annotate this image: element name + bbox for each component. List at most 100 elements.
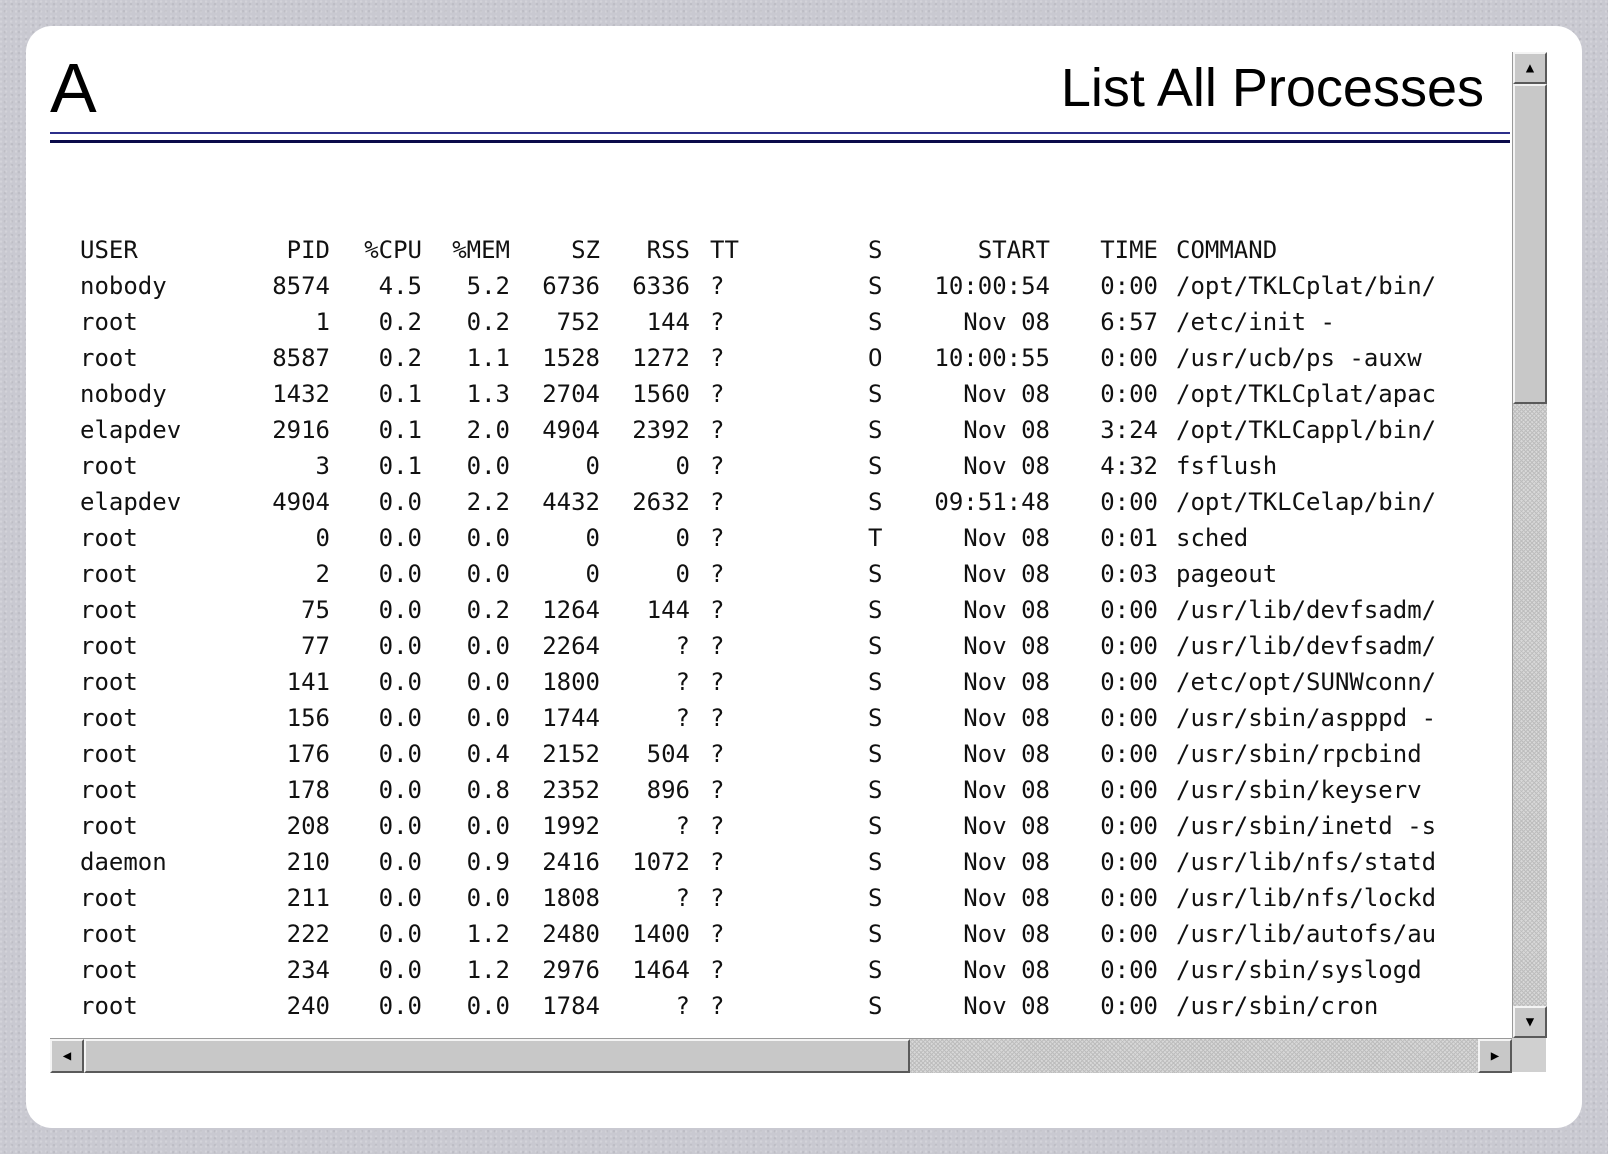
cell-cpu: 0.2 xyxy=(378,308,422,336)
cell-pid: 75 xyxy=(301,596,330,624)
column-header-time: TIME xyxy=(1100,236,1158,264)
cell-tt: ? xyxy=(710,344,725,372)
cell-s: S xyxy=(868,272,883,300)
cell-rss: 0 xyxy=(675,524,690,552)
cell-rss: 2632 xyxy=(632,488,690,516)
cell-rss: 1400 xyxy=(632,920,690,948)
scroll-left-button[interactable]: ◀ xyxy=(50,1039,84,1073)
cell-sz: 1808 xyxy=(542,884,600,912)
cell-pid: 240 xyxy=(286,992,330,1020)
table-row: elapdev 2916 0.1 2.0 4904 2392? S Nov 08 3:24/op… xyxy=(80,412,1436,448)
table-row: root 211 0.0 0.0 1808?? S Nov 08 0:00/usr/lib/n… xyxy=(80,880,1436,916)
cell-command: /usr/lib/devfsadm/ xyxy=(1176,632,1437,660)
table-row: elapdev 4904 0.0 2.2 4432 2632? S 09:51:48 0:00 /… xyxy=(80,484,1436,520)
cell-user: nobody xyxy=(80,272,167,300)
arrow-left-icon: ◀ xyxy=(62,1048,72,1064)
process-table: USER PID %CPU %MEM SZ RSS TT S START TIM… xyxy=(80,232,1436,1024)
cell-pid: 234 xyxy=(286,956,330,984)
cell-user: root xyxy=(80,812,138,840)
cell-mem: 0.0 xyxy=(466,812,510,840)
cell-start: Nov 08 xyxy=(963,380,1050,408)
cell-command: /etc/init - xyxy=(1176,308,1335,336)
cell-time: 0:00 xyxy=(1100,992,1158,1020)
cell-s: S xyxy=(868,308,883,336)
table-header-row: USER PID %CPU %MEM SZ RSS TT S START TIM… xyxy=(80,232,1277,268)
cell-command: /usr/sbin/cron xyxy=(1176,992,1379,1020)
scroll-up-button[interactable]: ▲ xyxy=(1513,52,1547,84)
cell-pid: 4904 xyxy=(272,488,330,516)
horizontal-scroll-thumb[interactable] xyxy=(84,1039,910,1073)
cell-pid: 208 xyxy=(286,812,330,840)
cell-rss: ? xyxy=(675,884,690,912)
cell-sz: 0 xyxy=(585,452,600,480)
cell-tt: ? xyxy=(710,380,725,408)
cell-rss: 2392 xyxy=(632,416,690,444)
cell-time: 0:00 xyxy=(1100,884,1158,912)
cell-rss: 0 xyxy=(675,452,690,480)
cell-sz: 0 xyxy=(585,524,600,552)
cell-s: S xyxy=(868,560,883,588)
cell-sz: 0 xyxy=(585,560,600,588)
cell-time: 0:00 xyxy=(1100,740,1158,768)
column-header-pid: PID xyxy=(286,236,330,264)
cell-s: S xyxy=(868,668,883,696)
cell-time: 0:00 xyxy=(1100,596,1158,624)
column-header-user: USER xyxy=(80,236,138,264)
cell-mem: 0.4 xyxy=(466,740,510,768)
column-header-s: S xyxy=(868,236,883,264)
cell-user: elapdev xyxy=(80,488,182,516)
cell-sz: 2976 xyxy=(542,956,600,984)
cell-user: root xyxy=(80,668,138,696)
cell-cpu: 0.2 xyxy=(378,344,422,372)
table-row: root 3 0.1 0.0 0 0? S Nov 08 4:32 fsflush xyxy=(80,448,1277,484)
header-letter: A xyxy=(50,49,97,127)
cell-rss: 1560 xyxy=(632,380,690,408)
cell-pid: 8587 xyxy=(272,344,330,372)
cell-mem: 0.0 xyxy=(466,524,510,552)
cell-cpu: 0.0 xyxy=(378,668,422,696)
cell-cpu: 0.0 xyxy=(378,812,422,840)
table-row: root 0 0.0 0.0 0 0? T Nov 08 0:01 sched xyxy=(80,520,1248,556)
cell-time: 0:00 xyxy=(1100,344,1158,372)
cell-tt: ? xyxy=(710,920,725,948)
cell-mem: 0.0 xyxy=(466,704,510,732)
cell-start: Nov 08 xyxy=(963,956,1050,984)
cell-command: /opt/TKLCelap/bin/ xyxy=(1176,488,1437,516)
cell-s: S xyxy=(868,956,883,984)
cell-rss: ? xyxy=(675,992,690,1020)
cell-sz: 4904 xyxy=(542,416,600,444)
cell-start: Nov 08 xyxy=(963,560,1050,588)
arrow-up-icon: ▲ xyxy=(1525,60,1535,76)
cell-mem: 1.2 xyxy=(466,920,510,948)
cell-time: 0:00 xyxy=(1100,812,1158,840)
table-row: root 176 0.0 0.4 2152 504? S Nov 08 0:00/usr/sbi… xyxy=(80,736,1422,772)
vertical-scrollbar[interactable]: ▲ ▼ xyxy=(1512,52,1547,1038)
cell-user: root xyxy=(80,884,138,912)
scroll-right-button[interactable]: ▶ xyxy=(1478,1039,1512,1073)
cell-command: /usr/sbin/aspppd - xyxy=(1176,704,1437,732)
cell-pid: 77 xyxy=(301,632,330,660)
cell-s: S xyxy=(868,488,883,516)
cell-start: Nov 08 xyxy=(963,452,1050,480)
scroll-down-button[interactable]: ▼ xyxy=(1513,1006,1547,1038)
cell-tt: ? xyxy=(710,668,725,696)
cell-command: /usr/sbin/inetd -s xyxy=(1176,812,1437,840)
cell-cpu: 0.0 xyxy=(378,488,422,516)
cell-s: S xyxy=(868,740,883,768)
cell-time: 0:00 xyxy=(1100,632,1158,660)
cell-tt: ? xyxy=(710,956,725,984)
cell-cpu: 0.0 xyxy=(378,632,422,660)
cell-tt: ? xyxy=(710,560,725,588)
column-header-cpu: %CPU xyxy=(364,236,422,264)
process-list-viewport[interactable]: USER PID %CPU %MEM SZ RSS TT S START TIM… xyxy=(50,144,1512,1038)
cell-s: S xyxy=(868,812,883,840)
table-row: root 156 0.0 0.0 1744?? S Nov 08 0:00/usr/sbin/… xyxy=(80,700,1436,736)
vertical-scroll-thumb[interactable] xyxy=(1513,84,1547,404)
cell-cpu: 0.1 xyxy=(378,416,422,444)
cell-command: /usr/sbin/syslogd xyxy=(1176,956,1422,984)
cell-s: S xyxy=(868,920,883,948)
horizontal-scrollbar[interactable]: ◀ ▶ xyxy=(50,1038,1512,1073)
cell-tt: ? xyxy=(710,740,725,768)
cell-user: root xyxy=(80,596,138,624)
cell-mem: 1.3 xyxy=(466,380,510,408)
